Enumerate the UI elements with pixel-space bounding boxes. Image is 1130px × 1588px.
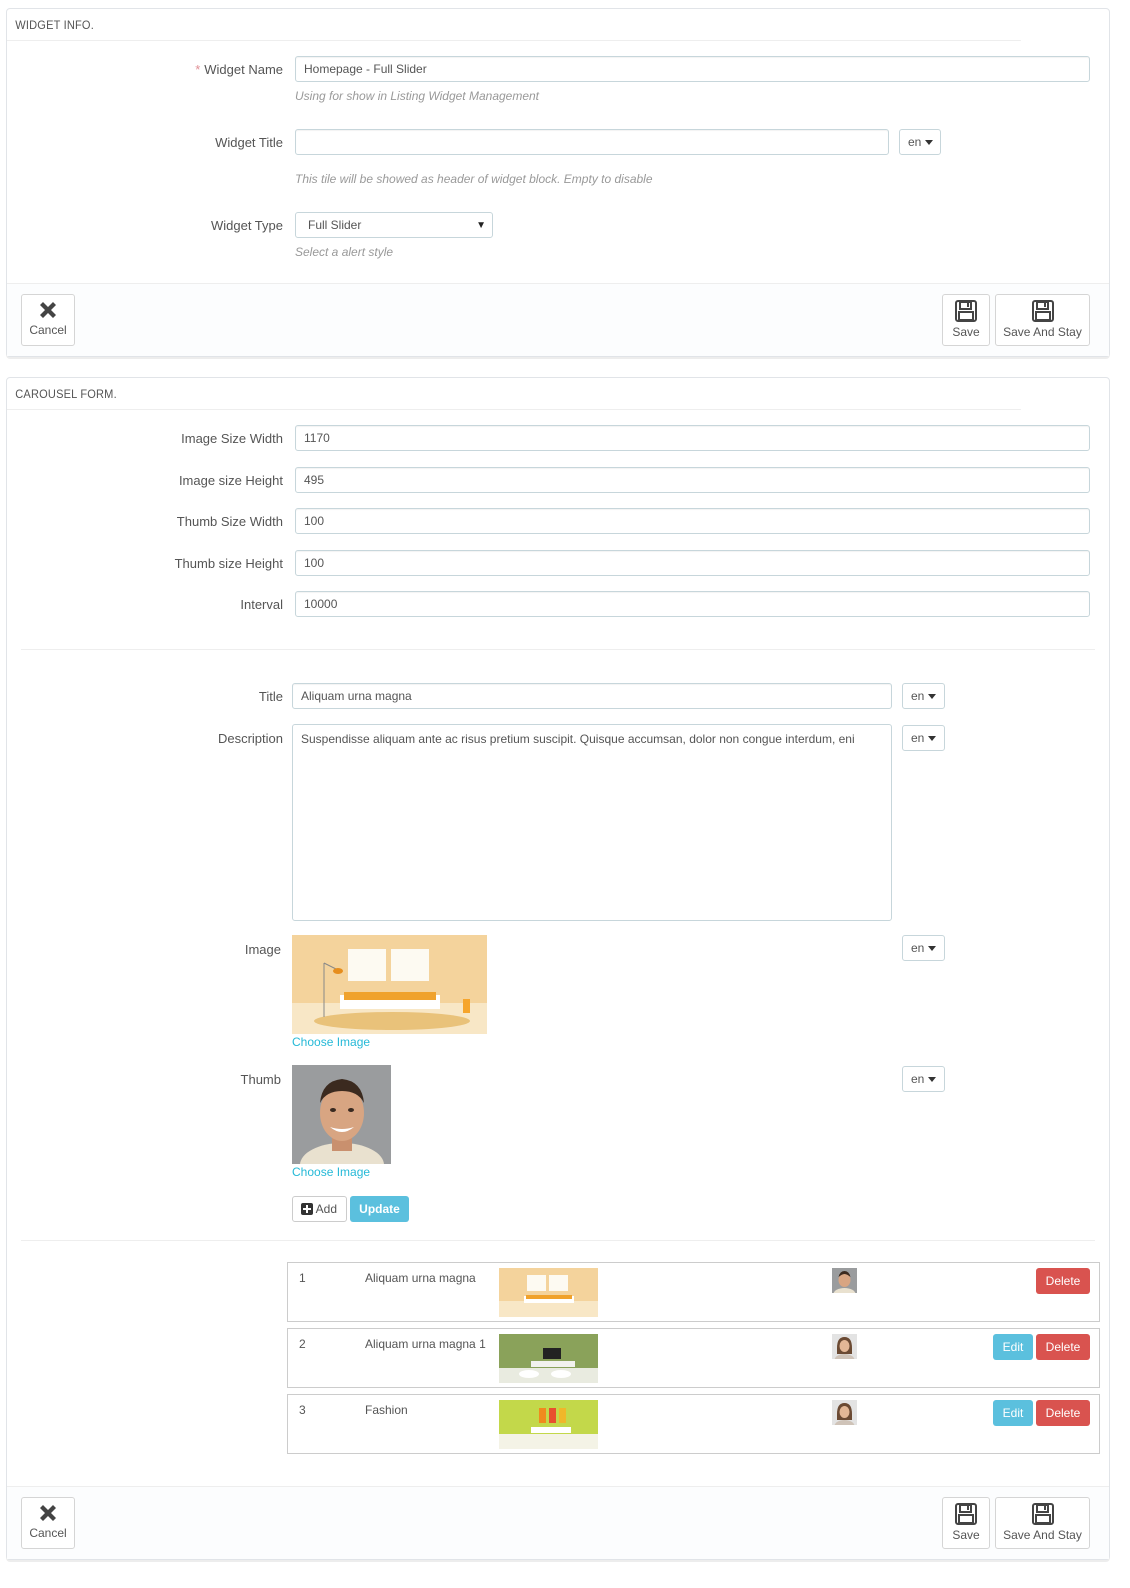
panel-footer: Cancel Save Save And Stay (7, 283, 1109, 356)
save-icon (955, 300, 977, 322)
slide-row: 1 Aliquam urna magna Delete (287, 1262, 1100, 1322)
select-arrow-icon: ▼ (476, 220, 486, 231)
choose-image-link[interactable]: Choose Image (292, 1035, 370, 1049)
add-slide-button[interactable]: Add (292, 1196, 347, 1222)
panel-footer: Cancel Save Save And Stay (7, 1486, 1109, 1559)
widget-title-label: Widget Title (215, 135, 283, 150)
delete-slide-button[interactable]: Delete (1036, 1334, 1090, 1360)
save-and-stay-button[interactable]: Save And Stay (995, 1497, 1090, 1549)
interval-input[interactable]: 10000 (295, 591, 1090, 617)
caret-down-icon (928, 694, 937, 700)
slide-title: Aliquam urna magna (365, 1271, 476, 1285)
slide-image-thumbnail (499, 1268, 598, 1317)
divider (21, 1240, 1095, 1241)
image-lang-dropdown[interactable]: en (902, 935, 945, 961)
save-and-stay-button[interactable]: Save And Stay (995, 294, 1090, 346)
thumb-width-label: Thumb Size Width (176, 514, 283, 529)
plus-square-icon (301, 1203, 313, 1215)
slide-title-input[interactable]: Aliquam urna magna (292, 683, 892, 709)
panel-heading: CAROUSEL FORM. (7, 378, 1021, 410)
slide-number: 3 (299, 1403, 306, 1417)
caret-down-icon (928, 946, 937, 952)
slide-number: 1 (299, 1271, 306, 1285)
save-icon (955, 1503, 977, 1525)
slide-thumb-avatar (832, 1400, 857, 1425)
slide-image-thumbnail (499, 1334, 598, 1383)
widget-title-help: This tile will be showed as header of wi… (295, 172, 653, 186)
caret-down-icon (928, 1077, 937, 1083)
thumb-height-input[interactable]: 100 (295, 550, 1090, 576)
save-icon (1031, 1503, 1054, 1525)
divider (21, 649, 1095, 650)
save-button[interactable]: Save (942, 294, 990, 346)
description-label: Description (217, 731, 283, 746)
close-icon (40, 1505, 56, 1521)
cancel-button[interactable]: Cancel (21, 1497, 75, 1549)
required-mark: * (195, 62, 201, 77)
edit-slide-button[interactable]: Edit (993, 1334, 1033, 1360)
delete-slide-button[interactable]: Delete (1036, 1268, 1090, 1294)
save-icon (1031, 300, 1054, 322)
update-slide-button[interactable]: Update (350, 1196, 409, 1222)
panel-heading: WIDGET INFO. (7, 9, 1021, 41)
slide-row: 3 Fashion Edit Delete (287, 1394, 1100, 1454)
choose-thumb-link[interactable]: Choose Image (292, 1165, 370, 1179)
description-textarea[interactable]: Suspendisse aliquam ante ac risus pretiu… (292, 724, 892, 921)
slide-title: Aliquam urna magna 1 (365, 1337, 486, 1351)
widget-title-lang-dropdown[interactable]: en (899, 129, 941, 155)
widget-name-help: Using for show in Listing Widget Managem… (295, 89, 540, 103)
image-label: Image (244, 942, 281, 957)
thumb-lang-dropdown[interactable]: en (902, 1066, 945, 1092)
slide-thumb-avatar (832, 1334, 857, 1359)
widget-info-panel: WIDGET INFO. * Widget Name Homepage - Ful… (6, 8, 1110, 357)
slide-image-thumbnail (499, 1400, 598, 1449)
save-button[interactable]: Save (942, 1497, 990, 1549)
widget-name-label: * Widget Name (195, 62, 283, 77)
close-icon (40, 302, 56, 318)
widget-name-input[interactable]: Homepage - Full Slider (295, 56, 1090, 82)
thumb-label: Thumb (240, 1072, 281, 1087)
widget-type-select[interactable]: Full Slider ▼ (295, 212, 493, 238)
carousel-form-panel: CAROUSEL FORM. Image Size Width 1170 Ima… (6, 377, 1110, 1560)
slide-title-lang-dropdown[interactable]: en (902, 683, 945, 709)
description-lang-dropdown[interactable]: en (902, 725, 945, 751)
delete-slide-button[interactable]: Delete (1036, 1400, 1090, 1426)
thumb-preview (292, 1065, 391, 1164)
edit-slide-button[interactable]: Edit (993, 1400, 1033, 1426)
interval-label: Interval (240, 597, 283, 612)
slide-number: 2 (299, 1337, 306, 1351)
image-width-label: Image Size Width (181, 431, 283, 446)
widget-type-label: Widget Type (210, 218, 283, 233)
caret-down-icon (925, 140, 934, 146)
image-height-label: Image size Height (178, 473, 283, 488)
slide-thumb-avatar (832, 1268, 857, 1293)
slide-image-preview (292, 935, 487, 1034)
slide-row: 2 Aliquam urna magna 1 Edit Delete (287, 1328, 1100, 1388)
cancel-button[interactable]: Cancel (21, 294, 75, 346)
widget-title-input[interactable] (295, 129, 889, 155)
caret-down-icon (928, 736, 937, 742)
widget-type-help: Select a alert style (295, 245, 394, 259)
image-height-input[interactable]: 495 (295, 467, 1090, 493)
thumb-height-label: Thumb size Height (174, 556, 283, 571)
thumb-width-input[interactable]: 100 (295, 508, 1090, 534)
slide-title: Fashion (365, 1403, 408, 1417)
image-width-input[interactable]: 1170 (295, 425, 1090, 451)
slide-title-label: Title (258, 689, 283, 704)
